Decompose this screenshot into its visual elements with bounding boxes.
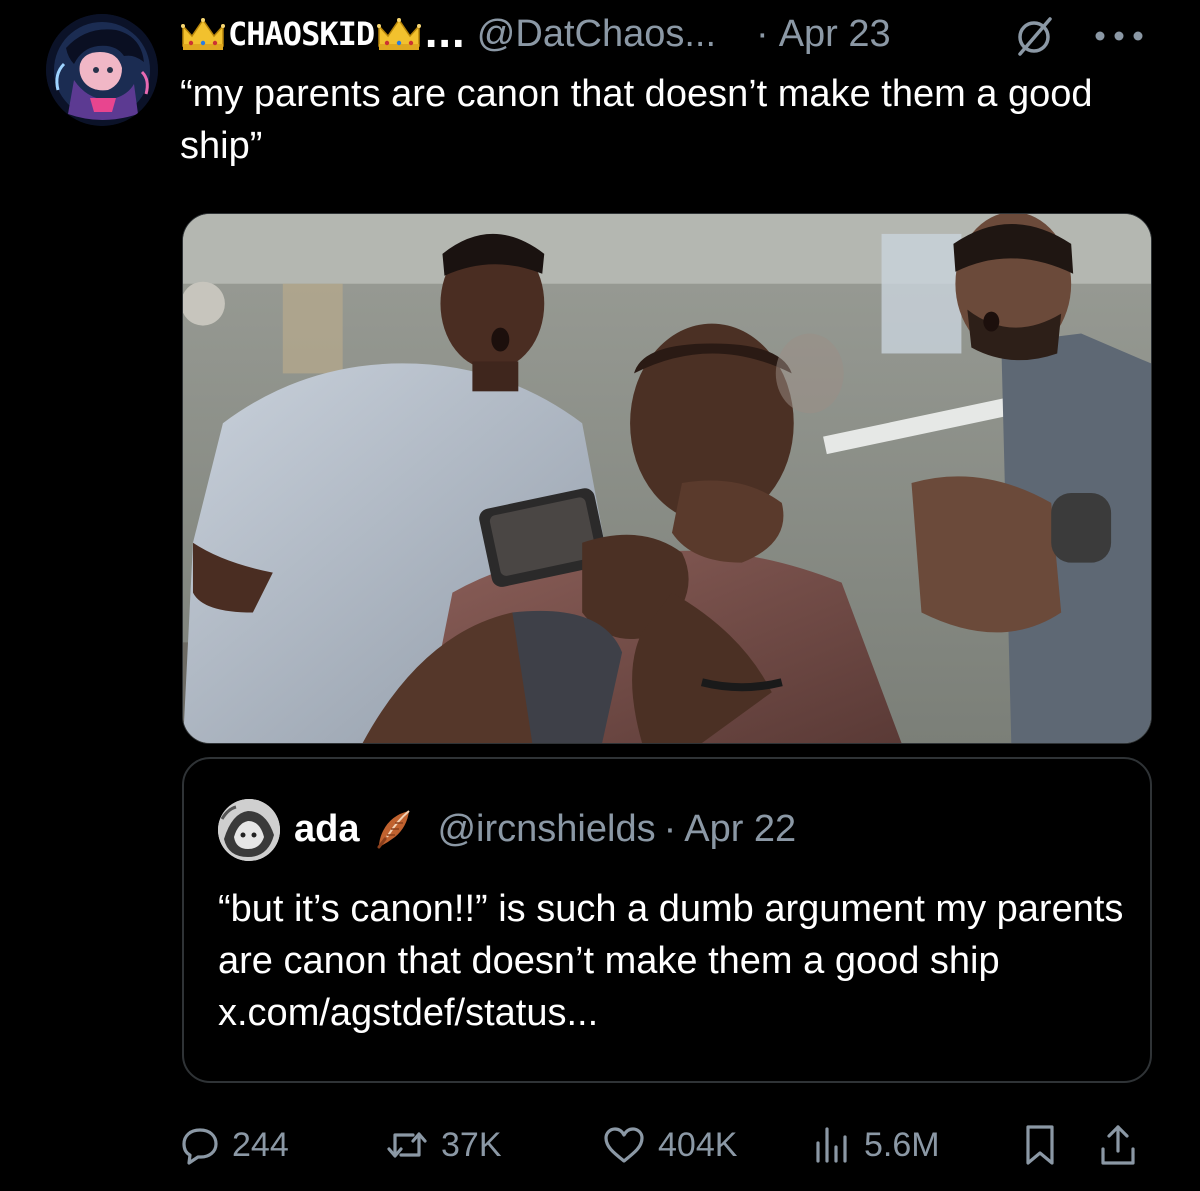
quoted-tweet-text: “but it’s canon!!” is such a dumb argume… — [218, 888, 1124, 1034]
crown-icon — [180, 16, 226, 52]
more-options-icon[interactable] — [1090, 22, 1148, 50]
share-button[interactable] — [1098, 1120, 1138, 1170]
quoted-tweet-header: ada @ircnshields · Apr 22 — [294, 799, 796, 859]
grok-icon[interactable] — [1012, 14, 1056, 58]
reply-count: 244 — [232, 1125, 289, 1164]
avatar-anime-character-icon — [46, 14, 158, 126]
author-display-name[interactable]: CHAOSKID ... — [180, 13, 465, 56]
quoted-post-date[interactable]: Apr 22 — [684, 808, 796, 851]
repost-count: 37K — [441, 1125, 502, 1164]
like-button[interactable]: 404K — [602, 1120, 737, 1170]
reply-icon — [182, 1128, 218, 1165]
repost-icon — [387, 1132, 427, 1158]
post-date[interactable]: Apr 23 — [779, 13, 891, 56]
repost-button[interactable]: 37K — [385, 1120, 502, 1170]
author-avatar[interactable] — [46, 14, 158, 126]
tweet-header: CHAOSKID ... @DatChaos... · Apr 23 — [180, 6, 891, 62]
like-count: 404K — [658, 1125, 738, 1164]
tweet: CHAOSKID ... @DatChaos... · Apr 23 “my p… — [0, 0, 1200, 1191]
author-name-ellipsis: ... — [424, 12, 465, 56]
views-count: 5.6M — [864, 1125, 940, 1164]
author-name-text: CHAOSKID — [228, 15, 375, 53]
crown-icon — [376, 16, 422, 52]
quoted-author-handle[interactable]: @ircnshields — [437, 808, 655, 851]
views-button[interactable]: 5.6M — [812, 1120, 940, 1170]
tweet-media-image[interactable] — [182, 213, 1152, 744]
feather-icon — [371, 807, 415, 851]
photo-barbershop-phone-scene — [183, 214, 1151, 743]
bookmark-button[interactable] — [1020, 1120, 1060, 1170]
quoted-date-separator: · — [663, 807, 677, 850]
author-handle[interactable]: @DatChaos... — [477, 13, 716, 56]
quoted-tweet-card[interactable]: ada @ircnshields · Apr 22 “but it’s cano… — [182, 757, 1152, 1083]
analytics-icon — [816, 1127, 847, 1163]
reply-button[interactable]: 244 — [180, 1120, 289, 1170]
quoted-author-avatar[interactable] — [218, 799, 280, 861]
heart-icon — [604, 1127, 644, 1163]
date-separator: · — [756, 12, 769, 55]
share-icon — [1101, 1125, 1135, 1165]
tweet-text: “my parents are canon that doesn’t make … — [180, 73, 1093, 167]
bookmark-icon — [1026, 1125, 1054, 1165]
quoted-author-name[interactable]: ada — [294, 808, 359, 851]
